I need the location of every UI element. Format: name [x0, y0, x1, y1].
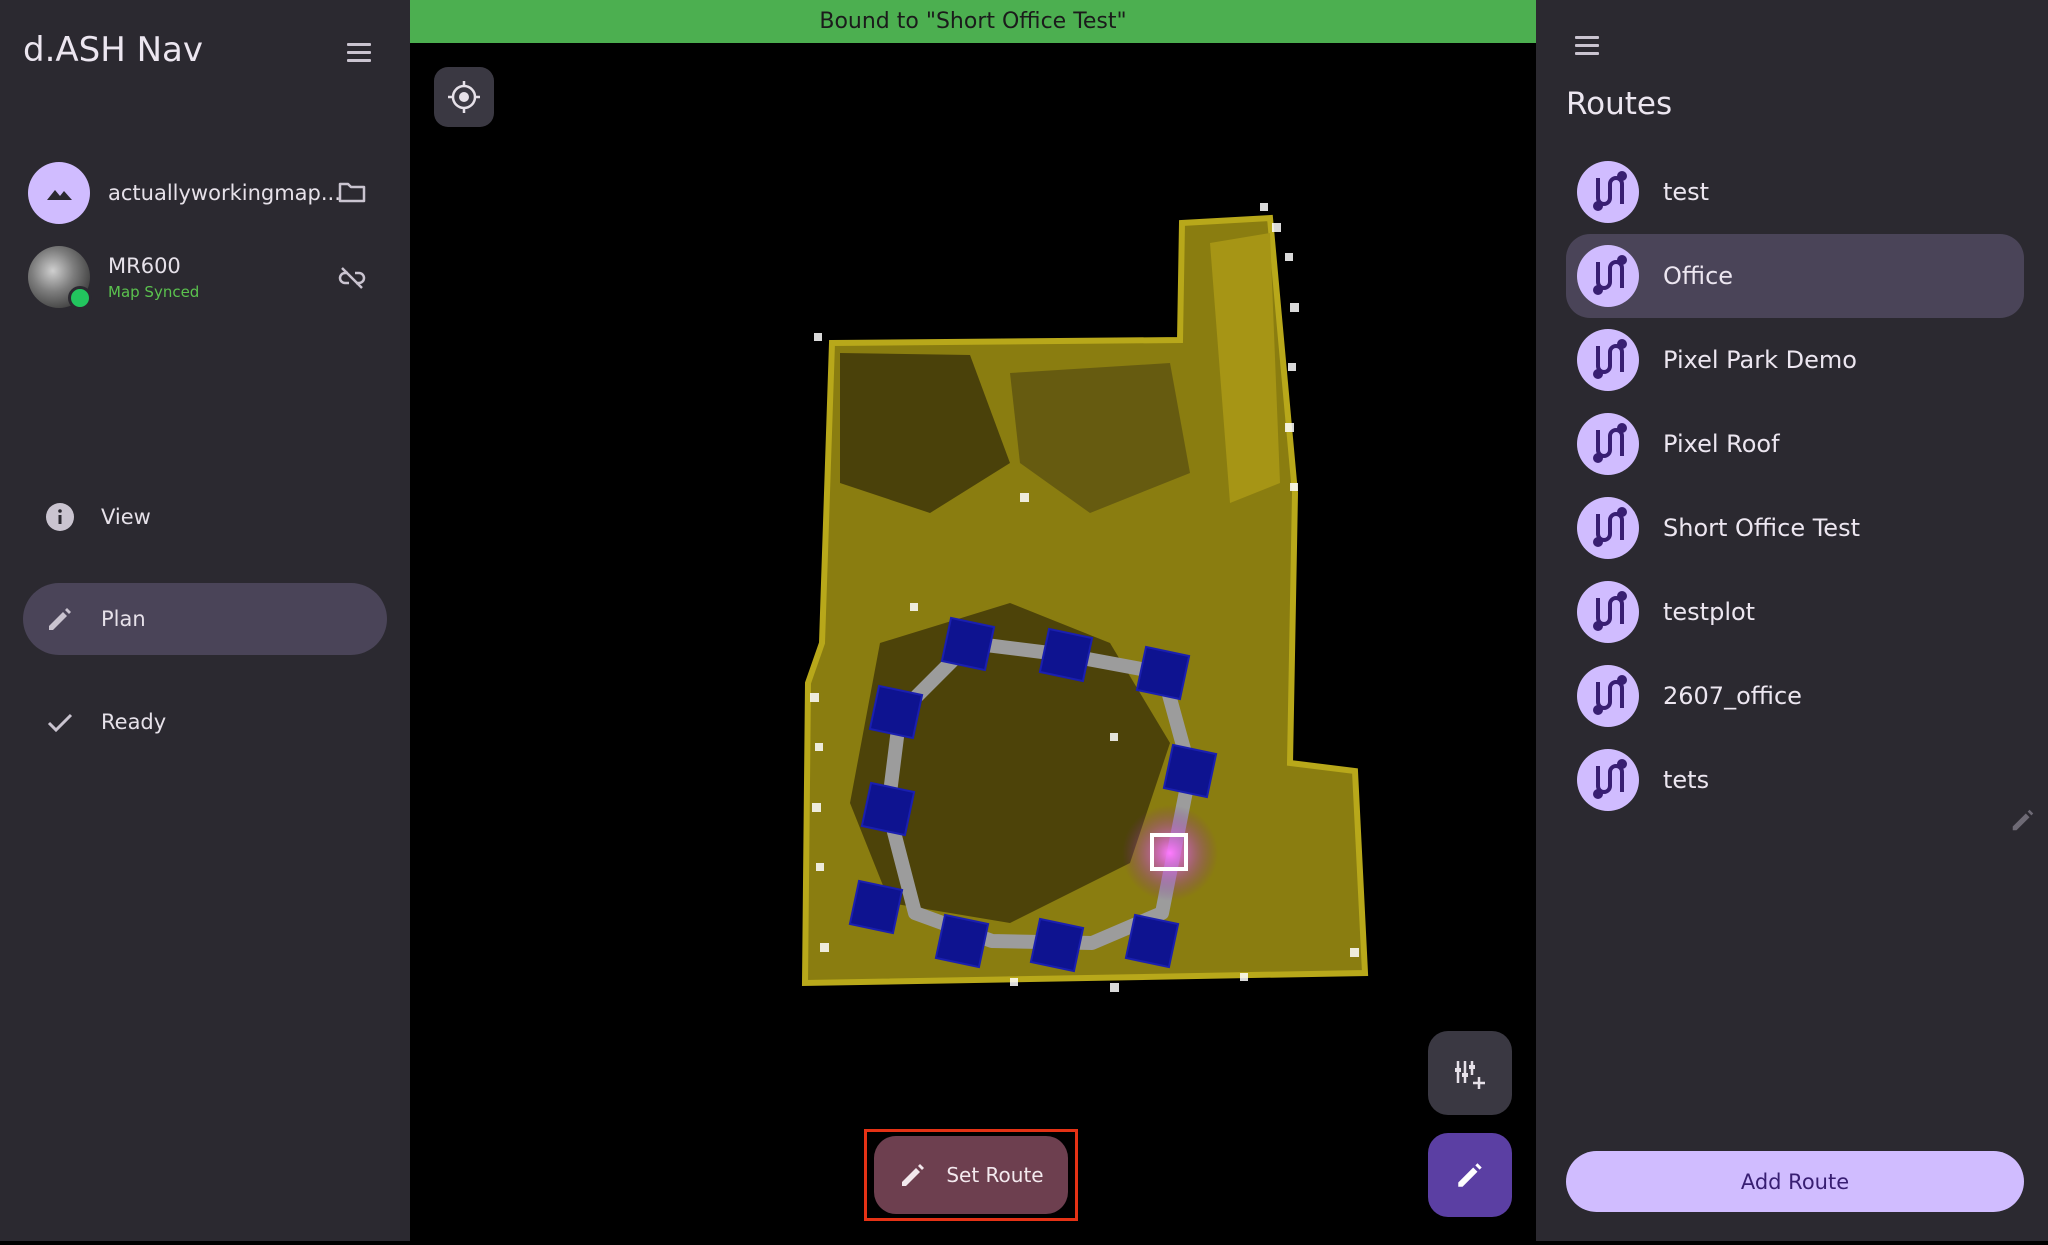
pencil-icon — [49, 608, 71, 630]
check-icon — [47, 713, 73, 733]
route-label: Office — [1663, 262, 1734, 290]
robot-avatar — [28, 246, 92, 310]
nav-item-ready[interactable]: Ready — [23, 686, 387, 758]
route-item[interactable]: testplot — [1566, 570, 2024, 654]
route-item[interactable]: 2607_office — [1566, 654, 2024, 738]
add-waypoint-icon — [1455, 1061, 1485, 1089]
nav-label: Ready — [101, 710, 167, 734]
pencil-icon — [1458, 1163, 1482, 1187]
set-route-label: Set Route — [946, 1163, 1044, 1187]
menu-icon[interactable] — [1569, 27, 1605, 63]
nav-label: Plan — [101, 607, 146, 631]
map-selector[interactable]: actuallyworkingmap... — [28, 162, 341, 224]
info-icon — [46, 503, 74, 531]
set-route-button[interactable]: Set Route — [874, 1136, 1068, 1214]
robot-sync-status: Map Synced — [108, 282, 200, 301]
route-label: test — [1663, 178, 1710, 206]
map-canvas[interactable] — [410, 43, 1536, 1241]
route-icon — [1577, 413, 1639, 475]
route-icon — [1577, 245, 1639, 307]
terrain-icon — [47, 190, 72, 200]
my-location-icon — [448, 81, 480, 113]
route-label: 2607_office — [1663, 682, 1802, 710]
route-label: Pixel Roof — [1663, 430, 1780, 458]
nav-item-view[interactable]: View — [23, 481, 387, 553]
route-label: Pixel Park Demo — [1663, 346, 1857, 374]
link-off-icon[interactable] — [337, 263, 367, 293]
map-avatar — [28, 162, 90, 224]
robot-marker — [1122, 805, 1218, 901]
binding-banner: Bound to "Short Office Test" — [410, 0, 1536, 43]
route-item[interactable]: Office — [1566, 234, 2024, 318]
folder-icon[interactable] — [338, 180, 366, 204]
edit-route-button[interactable] — [1428, 1133, 1512, 1217]
locate-button[interactable] — [434, 67, 494, 127]
route-icon — [1577, 161, 1639, 223]
route-label: Short Office Test — [1663, 514, 1860, 542]
route-icon — [1577, 749, 1639, 811]
pencil-icon — [902, 1164, 925, 1186]
nav-item-plan[interactable]: Plan — [23, 583, 387, 655]
point-cloud-map — [801, 203, 1369, 992]
route-item[interactable]: Short Office Test — [1566, 486, 2024, 570]
map-name: actuallyworkingmap... — [108, 181, 341, 205]
online-indicator — [68, 286, 92, 310]
add-route-button[interactable]: Add Route — [1566, 1151, 2024, 1212]
add-waypoint-button[interactable] — [1428, 1031, 1512, 1115]
routes-title: Routes — [1566, 86, 1673, 122]
route-icon — [1577, 581, 1639, 643]
menu-icon[interactable] — [341, 34, 377, 70]
robot-name: MR600 — [108, 253, 181, 278]
route-icon — [1577, 665, 1639, 727]
robot-status[interactable]: MR600 Map Synced — [28, 246, 200, 310]
pencil-icon[interactable] — [2003, 800, 2043, 840]
route-item[interactable]: tets — [1566, 738, 2024, 822]
route-item[interactable]: test — [1566, 150, 2024, 234]
app-title: d.ASH Nav — [23, 30, 203, 70]
route-label: testplot — [1663, 598, 1756, 626]
route-item[interactable]: Pixel Roof — [1566, 402, 2024, 486]
nav-label: View — [101, 505, 151, 529]
route-item[interactable]: Pixel Park Demo — [1566, 318, 2024, 402]
route-icon — [1577, 497, 1639, 559]
route-icon — [1577, 329, 1639, 391]
route-label: tets — [1663, 766, 1710, 794]
